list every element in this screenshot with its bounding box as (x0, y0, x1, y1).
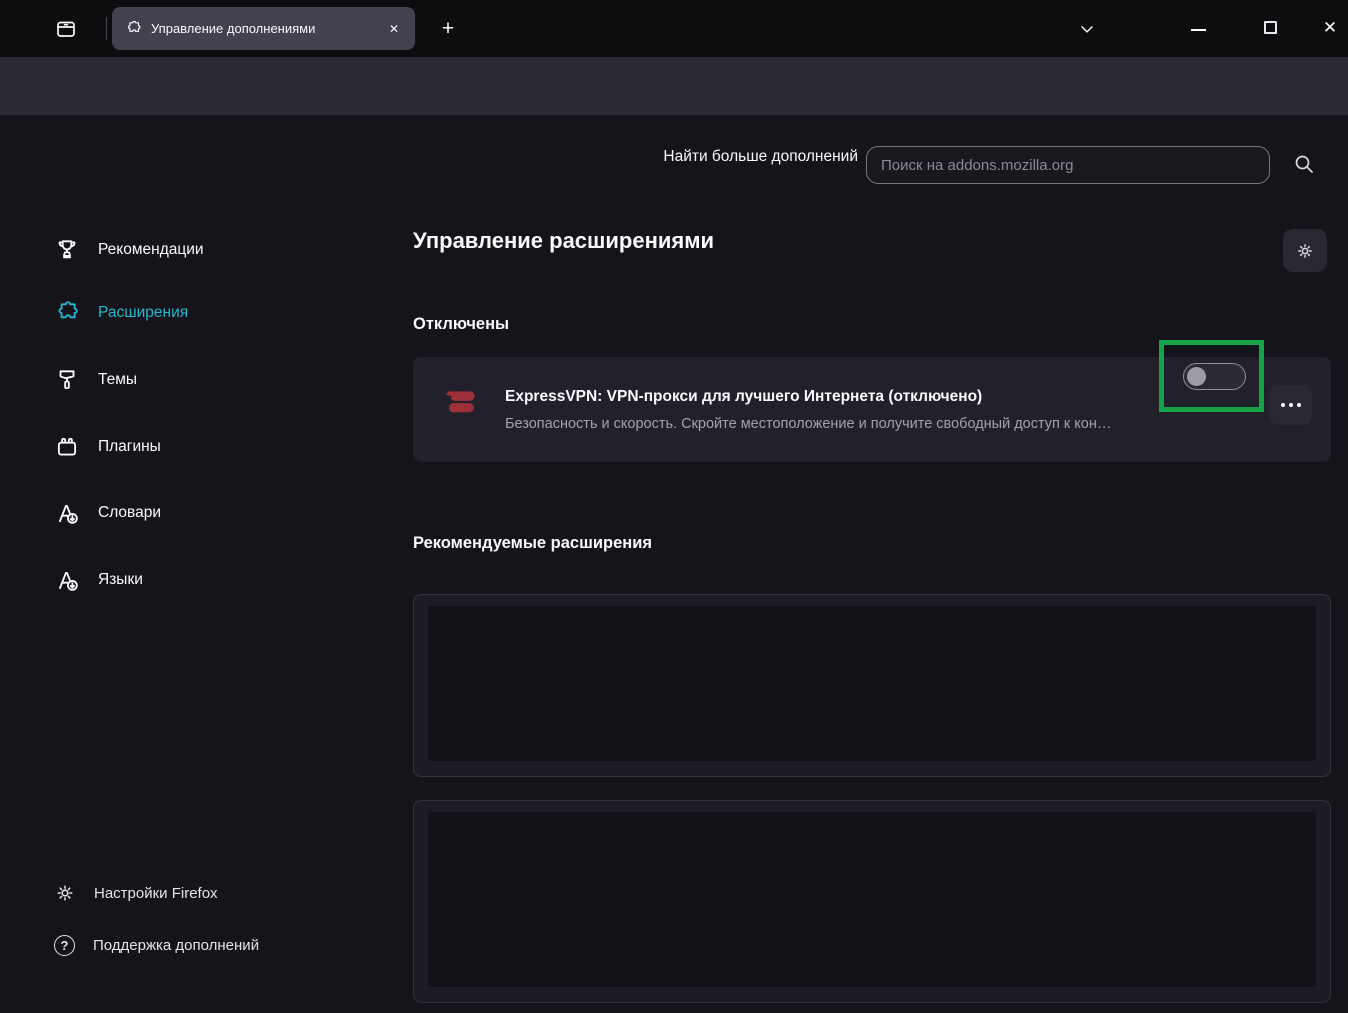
placeholder-inner (428, 606, 1316, 761)
placeholder-inner (428, 812, 1316, 987)
sidebar-item-plugins[interactable]: Плагины (40, 427, 360, 467)
section-title-disabled: Отключены (413, 315, 510, 333)
navigation-toolbar: Firefox about:addons (0, 57, 1348, 162)
sidebar-item-dictionaries[interactable]: Словари (40, 493, 360, 533)
minimize-button[interactable] (1191, 29, 1206, 31)
sidebar-item-label: Рекомендации (98, 241, 204, 258)
sidebar-item-label: Поддержка дополнений (93, 936, 260, 954)
annotation-highlight-box (1159, 340, 1264, 412)
puzzle-icon (54, 300, 80, 326)
sidebar-item-firefox-settings[interactable]: Настройки Firefox (40, 873, 360, 913)
tab-separator (106, 17, 107, 40)
new-tab-button[interactable]: + (432, 13, 464, 45)
puzzle-icon (125, 20, 142, 37)
sidebar-item-recommendations[interactable]: Рекомендации (40, 230, 360, 270)
search-label: Найти больше дополнений (663, 148, 858, 165)
container-box-icon (54, 17, 78, 41)
tab-list-chevron-icon[interactable] (1072, 16, 1102, 42)
extension-more-options-button[interactable] (1270, 385, 1312, 425)
addons-manager-page: Найти больше дополнений Рекомендации Рас… (0, 115, 1348, 1013)
page-title: Управление расширениями (413, 228, 715, 253)
gear-icon (1295, 241, 1315, 261)
sidebar-item-label: Словари (98, 504, 161, 521)
extension-description: Безопасность и скорость. Скройте местопо… (505, 416, 1112, 432)
plugin-icon (54, 434, 80, 460)
language-icon (54, 567, 80, 593)
extension-name[interactable]: ExpressVPN: VPN-прокси для лучшего Интер… (505, 388, 982, 406)
sidebar-item-label: Настройки Firefox (94, 884, 218, 902)
section-title-recommended: Рекомендуемые расширения (413, 534, 652, 552)
gear-icon (54, 882, 76, 904)
sidebar-item-label: Плагины (98, 438, 161, 455)
addons-search-input[interactable] (866, 146, 1270, 184)
close-window-button[interactable]: ✕ (1316, 14, 1344, 42)
tab-title: Управление дополнениями (151, 21, 316, 36)
sidebar-item-languages[interactable]: Языки (40, 560, 360, 600)
sidebar-item-label: Расширения (98, 304, 189, 321)
sidebar-item-label: Языки (98, 571, 143, 588)
help-icon: ? (54, 934, 75, 956)
dictionary-icon (54, 500, 80, 526)
recommended-card-placeholder (413, 800, 1331, 1003)
sidebar-item-themes[interactable]: Темы (40, 360, 360, 400)
tab-close-icon[interactable]: ✕ (383, 19, 405, 39)
paintbrush-icon (54, 367, 80, 393)
sidebar-item-label: Темы (98, 371, 138, 388)
tools-for-all-addons-button[interactable] (1283, 229, 1327, 272)
tab-addons-manager[interactable]: Управление дополнениями ✕ (112, 7, 415, 50)
search-icon[interactable] (1292, 152, 1316, 176)
trophy-icon (54, 237, 80, 263)
firefox-view-button[interactable] (50, 14, 82, 44)
expressvpn-logo-icon (439, 380, 483, 424)
maximize-button[interactable] (1264, 21, 1277, 34)
tab-bar: Управление дополнениями ✕ + ✕ (0, 0, 1348, 57)
sidebar-item-extensions[interactable]: Расширения (40, 293, 360, 333)
browser-window: Управление дополнениями ✕ + ✕ Firefox (0, 0, 1348, 1013)
sidebar-item-addons-support[interactable]: ? Поддержка дополнений (40, 925, 360, 965)
recommended-card-placeholder (413, 594, 1331, 777)
